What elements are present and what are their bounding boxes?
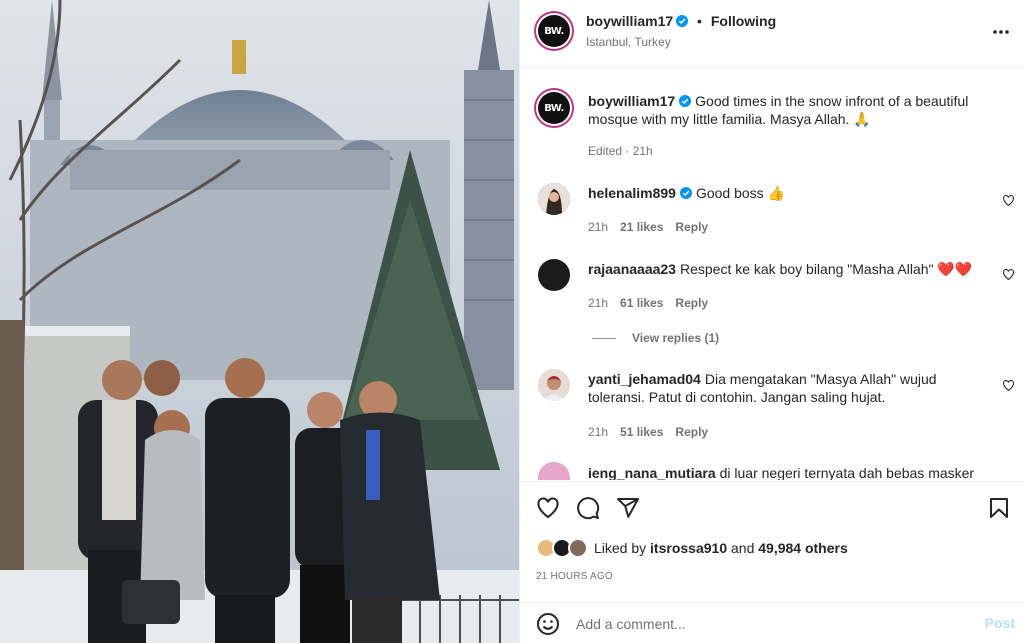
comment-time: 21h xyxy=(588,220,609,234)
post-details-panel: BW. boywilliam17 • Following Istanbul, T… xyxy=(519,0,1024,643)
comment-username[interactable]: helenalim899 xyxy=(588,185,676,201)
post-comment-button[interactable]: Post xyxy=(985,615,1015,631)
likes-others-count[interactable]: 49,984 others xyxy=(758,540,848,556)
reply-button[interactable]: Reply xyxy=(675,425,708,439)
post-actions: Liked by itsrossa910 and 49,984 others 2… xyxy=(520,481,1024,643)
comment-time: 21h xyxy=(588,296,609,310)
comment-item: helenalim899 Good boss 👍 xyxy=(588,184,988,202)
comment-avatar[interactable] xyxy=(538,183,570,215)
comment-meta: 21h 51 likes Reply xyxy=(588,425,720,439)
verified-icon xyxy=(679,95,692,107)
caption: boywilliam17 Good times in the snow infro… xyxy=(588,92,988,128)
post-header: BW. boywilliam17 • Following Istanbul, T… xyxy=(520,0,1024,68)
verified-icon xyxy=(676,15,689,27)
separator-dot: • xyxy=(697,13,702,29)
comment-like-heart-icon[interactable] xyxy=(1002,379,1015,392)
comment-text: Respect ke kak boy bilang "Masha Allah" … xyxy=(679,261,973,277)
caption-avatar[interactable]: BW. xyxy=(534,88,574,128)
comment-avatar[interactable] xyxy=(538,369,570,401)
liker-avatars xyxy=(536,537,594,559)
comment-item: rajaanaaaa23 Respect ke kak boy bilang "M… xyxy=(588,260,988,278)
comment-item: ieng_nana_mutiara di luar negeri ternyata… xyxy=(588,464,988,480)
comment-avatar[interactable] xyxy=(538,259,570,291)
verified-icon xyxy=(679,187,692,199)
comment-item: yanti_jehamad04 Dia mengatakan "Masya All… xyxy=(588,370,988,406)
post-photo[interactable] xyxy=(0,0,519,643)
post-location[interactable]: Istanbul, Turkey xyxy=(586,35,671,49)
likes-prefix: Liked by xyxy=(594,540,647,556)
instagram-post-view: BW. boywilliam17 • Following Istanbul, T… xyxy=(0,0,1024,643)
likes-summary[interactable]: Liked by itsrossa910 and 49,984 others xyxy=(536,536,848,560)
comment-like-heart-icon[interactable] xyxy=(1002,194,1015,207)
caption-avatar-text: BW. xyxy=(538,92,570,124)
comment-meta: 21h 21 likes Reply xyxy=(588,220,720,234)
comment-likes[interactable]: 21 likes xyxy=(620,220,663,234)
comment-username[interactable]: yanti_jehamad04 xyxy=(588,371,701,387)
share-icon[interactable] xyxy=(616,496,640,520)
comment-time: 21h xyxy=(588,425,609,439)
comment-likes[interactable]: 61 likes xyxy=(620,296,663,310)
comment-icon[interactable] xyxy=(576,496,600,520)
reply-button[interactable]: Reply xyxy=(675,220,708,234)
bookmark-icon[interactable] xyxy=(987,496,1011,520)
comment-input[interactable] xyxy=(576,611,956,637)
comment-avatar[interactable] xyxy=(538,462,570,480)
more-icon[interactable] xyxy=(991,22,1011,42)
author-avatar[interactable]: BW. xyxy=(534,11,574,51)
liker-username[interactable]: itsrossa910 xyxy=(650,540,727,556)
add-comment-bar: Post xyxy=(520,602,1024,643)
comment-meta: 21h 61 likes Reply xyxy=(588,296,720,310)
view-replies-label: View replies (1) xyxy=(632,331,720,345)
header-user-line: boywilliam17 • Following xyxy=(586,13,776,29)
likes-middle: and xyxy=(731,540,755,556)
caption-meta: Edited · 21h xyxy=(588,144,653,158)
following-button[interactable]: Following xyxy=(711,13,776,29)
comment-like-heart-icon[interactable] xyxy=(1002,268,1015,281)
post-image xyxy=(0,0,519,643)
comment-text: Good boss 👍 xyxy=(695,185,785,201)
post-timestamp[interactable]: 21 HOURS AGO xyxy=(536,571,613,582)
view-replies-button[interactable]: View replies (1) xyxy=(592,331,719,345)
comment-likes[interactable]: 51 likes xyxy=(620,425,663,439)
caption-username[interactable]: boywilliam17 xyxy=(588,93,675,109)
emoji-icon[interactable] xyxy=(536,612,560,636)
author-avatar-text: BW. xyxy=(538,15,570,47)
comment-text: di luar negeri ternyata dah bebas masker xyxy=(719,465,975,480)
author-username[interactable]: boywilliam17 xyxy=(586,13,673,29)
comment-username[interactable]: ieng_nana_mutiara xyxy=(588,465,716,480)
heart-icon[interactable] xyxy=(536,496,560,520)
comment-username[interactable]: rajaanaaaa23 xyxy=(588,261,676,277)
reply-button[interactable]: Reply xyxy=(675,296,708,310)
comments-list[interactable]: BW. boywilliam17 Good times in the snow i… xyxy=(520,68,1024,480)
replies-divider-line xyxy=(592,338,616,340)
liker-avatar xyxy=(568,538,588,558)
